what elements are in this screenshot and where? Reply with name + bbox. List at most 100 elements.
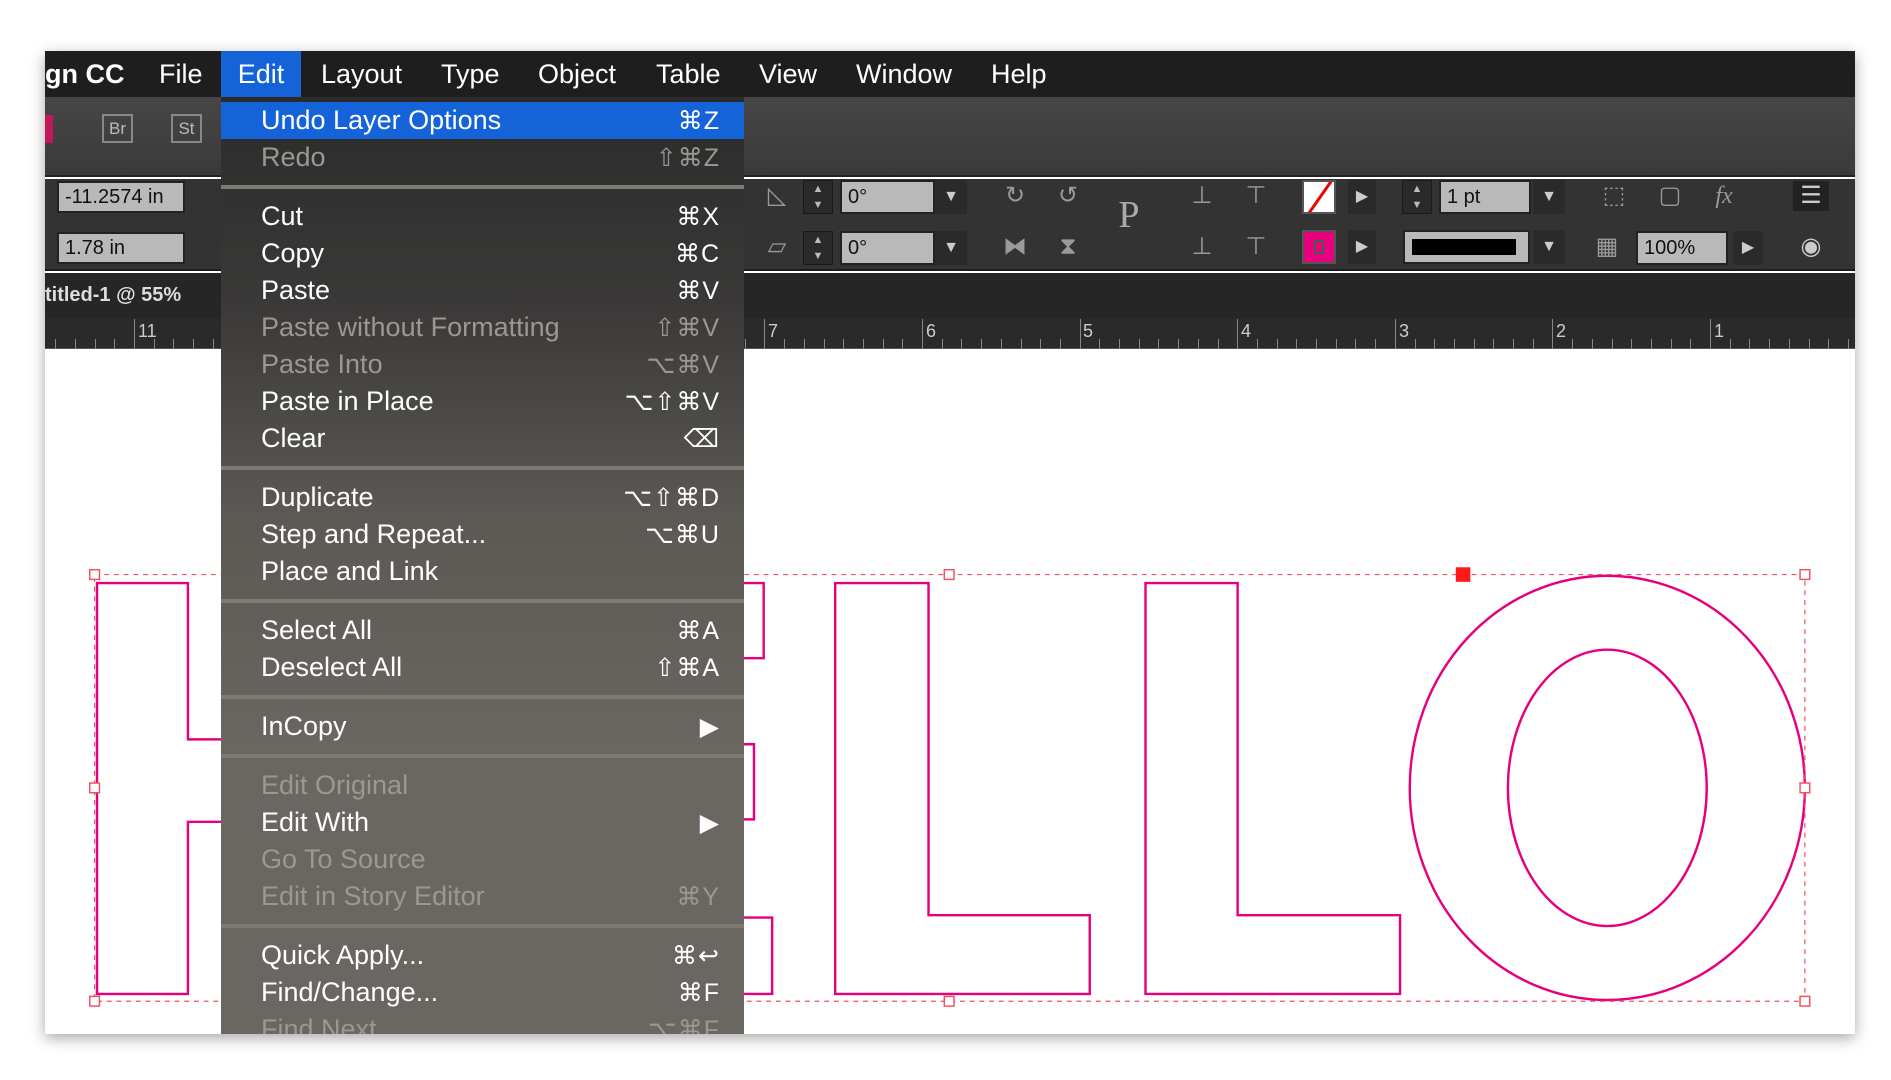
stroke-weight-dropdown[interactable]: ▼ bbox=[1533, 180, 1565, 214]
ruler-tick bbox=[1256, 339, 1258, 349]
stroke-swatch[interactable] bbox=[1302, 230, 1336, 264]
text-wrap-icon[interactable]: ☰ bbox=[1793, 181, 1829, 211]
menu-object[interactable]: Object bbox=[528, 51, 626, 97]
ruler-tick bbox=[1847, 339, 1849, 349]
menu-item-label: Select All bbox=[261, 615, 373, 645]
ruler-tick bbox=[1059, 339, 1061, 349]
flip-vertical-icon[interactable]: ⧗ bbox=[1051, 232, 1085, 262]
shear-dropdown[interactable]: ▼ bbox=[935, 231, 967, 265]
menu-view[interactable]: View bbox=[749, 51, 827, 97]
select-content-icon[interactable]: ⊥ bbox=[1185, 232, 1219, 262]
ruler-tick bbox=[882, 339, 884, 349]
menu-item-paste-without-formatting: Paste without Formatting ⇧⌘V bbox=[221, 309, 744, 346]
stroke-type-dropdown[interactable]: ▼ bbox=[1533, 230, 1565, 264]
ruler-tick bbox=[941, 339, 943, 349]
menu-item-undo-layer-options[interactable]: Undo Layer Options ⌘Z bbox=[221, 102, 744, 139]
app-menu[interactable]: gn CC bbox=[35, 51, 134, 97]
ruler-tick bbox=[1473, 339, 1475, 349]
ruler-tick bbox=[1532, 339, 1534, 349]
opacity-arrow[interactable]: ▶ bbox=[1733, 231, 1763, 265]
fill-swatch-none[interactable] bbox=[1302, 180, 1336, 214]
menu-item-cut[interactable]: Cut ⌘X bbox=[221, 198, 744, 235]
rotation-angle-icon: ◺ bbox=[767, 182, 787, 209]
ruler-label: 11 bbox=[138, 321, 157, 341]
flip-horizontal-icon[interactable]: ⧓ bbox=[998, 232, 1032, 262]
y-position-field[interactable]: 1.78 in bbox=[57, 232, 185, 264]
menu-window[interactable]: Window bbox=[846, 51, 962, 97]
rotation-stepper[interactable]: ▲ ▼ bbox=[803, 180, 833, 214]
ruler-tick bbox=[1276, 339, 1278, 349]
wrap-around-shape-icon[interactable]: ◉ bbox=[1793, 232, 1829, 262]
menu-table[interactable]: Table bbox=[646, 51, 731, 97]
menu-item-copy[interactable]: Copy ⌘C bbox=[221, 235, 744, 272]
menu-item-label: Place and Link bbox=[261, 556, 439, 586]
menu-item-paste-in-place[interactable]: Paste in Place ⌥⇧⌘V bbox=[221, 383, 744, 420]
menu-separator bbox=[221, 686, 744, 708]
menu-item-incopy[interactable]: InCopy ▶ bbox=[221, 708, 744, 745]
menu-item-quick-apply[interactable]: Quick Apply... ⌘↩ bbox=[221, 937, 744, 974]
menu-item-label: Copy bbox=[261, 238, 325, 268]
menu-item-label: Paste bbox=[261, 275, 331, 305]
ruler-tick bbox=[784, 339, 786, 349]
rotation-dropdown[interactable]: ▼ bbox=[935, 180, 967, 214]
select-next-icon[interactable]: ⊤ bbox=[1239, 232, 1273, 262]
rotate-counterclockwise-icon[interactable]: ↺ bbox=[1051, 181, 1085, 211]
stroke-menu-arrow[interactable]: ▶ bbox=[1348, 230, 1376, 264]
ruler-tick bbox=[134, 319, 135, 349]
opacity-icon: ▦ bbox=[1595, 233, 1619, 260]
opacity-field[interactable]: 100% bbox=[1636, 231, 1728, 265]
ruler-tick bbox=[1079, 319, 1081, 349]
menu-item-find-change[interactable]: Find/Change... ⌘F bbox=[221, 974, 744, 1011]
menu-help[interactable]: Help bbox=[981, 51, 1057, 97]
reference-point-icon[interactable]: P bbox=[1108, 196, 1150, 234]
menu-item-place-and-link[interactable]: Place and Link bbox=[221, 553, 744, 590]
drop-shadow-icon[interactable]: ▢ bbox=[1653, 181, 1687, 211]
ruler-tick bbox=[1000, 339, 1002, 349]
stroke-weight-field[interactable]: 1 pt bbox=[1439, 180, 1531, 214]
x-position-field[interactable]: -11.2574 in bbox=[57, 181, 185, 213]
stock-button[interactable]: St bbox=[171, 114, 202, 143]
ruler-tick bbox=[1335, 339, 1337, 349]
ruler-tick bbox=[1119, 339, 1120, 349]
ruler-tick bbox=[981, 339, 983, 349]
ruler-tick bbox=[1749, 339, 1751, 349]
object-effects-icon[interactable]: ⬚ bbox=[1597, 181, 1631, 211]
menu-item-label: Find/Change... bbox=[261, 977, 439, 1007]
menu-item-step-and-repeat[interactable]: Step and Repeat... ⌥⌘U bbox=[221, 516, 744, 553]
ruler-tick bbox=[1375, 339, 1377, 349]
rotation-angle-field[interactable]: 0° bbox=[840, 180, 935, 214]
menu-item-label: Go To Source bbox=[261, 844, 426, 874]
menu-item-shortcut: ⇧⌘V bbox=[654, 313, 720, 342]
shear-angle-field[interactable]: 0° bbox=[840, 231, 935, 265]
stroke-type-select[interactable] bbox=[1403, 230, 1530, 264]
stroke-weight-stepper[interactable]: ▲ ▼ bbox=[1402, 180, 1432, 214]
bridge-button[interactable]: Br bbox=[102, 114, 133, 143]
menu-item-clear[interactable]: Clear ⌫ bbox=[221, 420, 744, 457]
select-container-icon[interactable]: ⊥ bbox=[1185, 181, 1219, 211]
shear-angle-icon: ▱ bbox=[767, 233, 787, 260]
ruler-tick bbox=[1670, 339, 1672, 349]
ruler-tick bbox=[1453, 339, 1455, 349]
fx-effects-icon[interactable]: fx bbox=[1707, 181, 1741, 211]
menu-item-edit-with[interactable]: Edit With ▶ bbox=[221, 804, 744, 841]
document-tab[interactable]: titled-1 @ 55% bbox=[45, 284, 181, 307]
menu-item-select-all[interactable]: Select All ⌘A bbox=[221, 612, 744, 649]
ruler-label: 6 bbox=[926, 321, 937, 341]
shear-stepper[interactable]: ▲ ▼ bbox=[803, 231, 833, 265]
menu-type[interactable]: Type bbox=[431, 51, 510, 97]
menu-item-duplicate[interactable]: Duplicate ⌥⇧⌘D bbox=[221, 479, 744, 516]
menu-item-shortcut: ⌘V bbox=[676, 276, 720, 305]
menu-item-paste-into: Paste Into ⌥⌘V bbox=[221, 346, 744, 383]
select-previous-icon[interactable]: ⊤ bbox=[1239, 181, 1273, 211]
fill-menu-arrow[interactable]: ▶ bbox=[1348, 180, 1376, 214]
menu-item-shortcut: ⌘F bbox=[677, 978, 720, 1007]
menu-file[interactable]: File bbox=[149, 51, 213, 97]
menu-item-deselect-all[interactable]: Deselect All ⇧⌘A bbox=[221, 649, 744, 686]
menu-layout[interactable]: Layout bbox=[311, 51, 412, 97]
menu-item-paste[interactable]: Paste ⌘V bbox=[221, 272, 744, 309]
rotate-clockwise-icon[interactable]: ↻ bbox=[998, 181, 1032, 211]
menu-item-label: Quick Apply... bbox=[261, 940, 425, 970]
edit-menu-dropdown: Undo Layer Options ⌘Z Redo ⇧⌘Z Cut ⌘X Copy ⌘C Pa… bbox=[221, 97, 744, 1034]
menu-edit[interactable]: Edit bbox=[221, 51, 301, 97]
submenu-arrow-icon: ▶ bbox=[699, 712, 720, 741]
